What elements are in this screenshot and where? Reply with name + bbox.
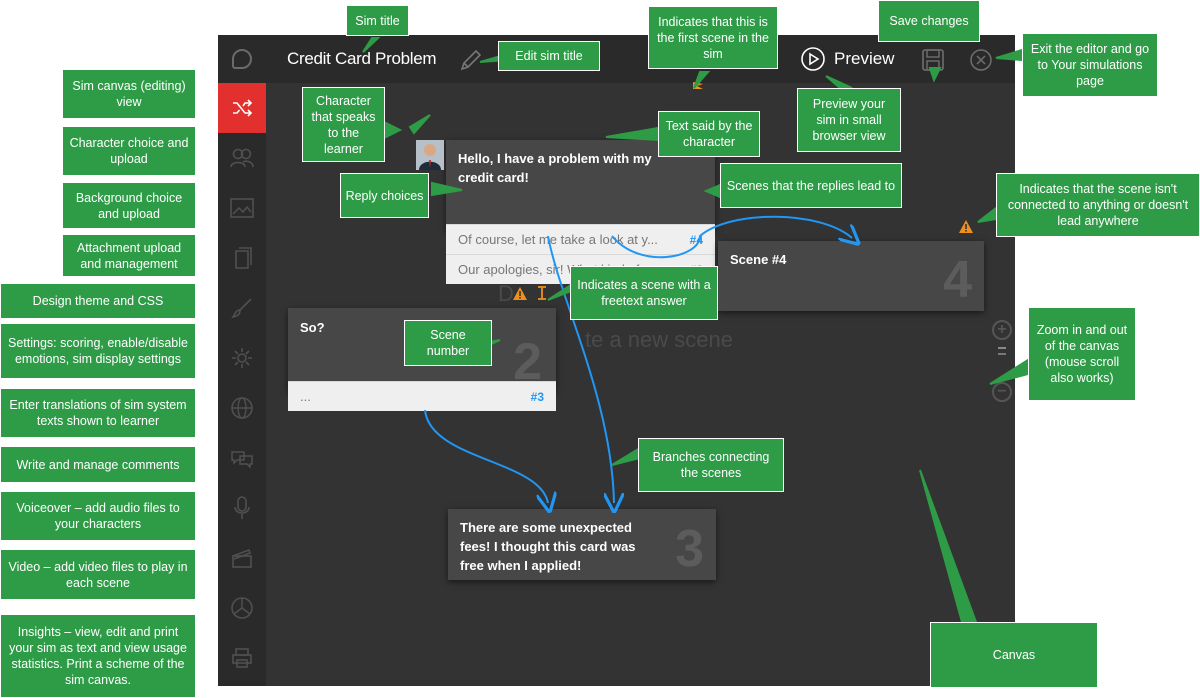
files-icon — [235, 247, 252, 269]
printer-icon — [232, 648, 252, 668]
sidebar-item-translations[interactable] — [218, 383, 266, 433]
globe-icon — [231, 397, 253, 419]
sidebar-item-backgrounds[interactable] — [218, 183, 266, 233]
sidebar-item-comments[interactable] — [218, 433, 266, 483]
users-icon — [230, 148, 254, 168]
close-icon[interactable] — [969, 48, 993, 77]
annotation-background: Background choice and upload — [62, 182, 196, 229]
freetext-cursor-icon — [537, 286, 547, 305]
sim-title: Credit Card Problem — [287, 49, 437, 68]
reply-choice-1-link[interactable]: #4 — [690, 233, 703, 247]
scene-1-text: Hello, I have a problem with my credit c… — [458, 151, 652, 185]
play-circle-icon — [801, 47, 825, 71]
logo-icon[interactable] — [232, 49, 252, 69]
reply-choice-scene-2-text: ... — [300, 389, 311, 404]
annotation-canvas-view: Sim canvas (editing) view — [62, 69, 196, 119]
sidebar — [218, 83, 266, 686]
annotation-character: Character that speaks to the learner — [302, 87, 385, 162]
scene-3-text: There are some unexpected fees! I though… — [460, 520, 636, 573]
scene-card-3[interactable]: There are some unexpected fees! I though… — [448, 509, 716, 580]
sidebar-item-characters[interactable] — [218, 133, 266, 183]
annotation-edit-title: Edit sim title — [498, 41, 600, 71]
pie-chart-icon — [231, 597, 253, 619]
annotation-preview: Preview your sim in small browser view — [797, 88, 901, 152]
annotation-scenes-lead: Scenes that the replies lead to — [720, 163, 902, 208]
brush-icon — [231, 298, 252, 319]
zoom-level-indicator-2 — [998, 353, 1006, 355]
annotation-freetext: Indicates a scene with a freetext answer — [570, 266, 718, 320]
character-avatar[interactable] — [416, 140, 444, 170]
annotation-video: Video – add video files to play in each … — [0, 549, 196, 600]
annotation-translations: Enter translations of sim system texts s… — [0, 388, 196, 438]
annotation-first-scene: Indicates that this is the first scene i… — [648, 6, 778, 69]
create-scene-hint: te a new scene — [585, 327, 733, 352]
zoom-level-indicator — [998, 347, 1006, 349]
annotation-canvas: Canvas — [930, 622, 1098, 688]
warning-icon-scene-2 — [513, 287, 527, 305]
shuffle-icon — [233, 99, 253, 117]
reply-choice-scene-2-link[interactable]: #3 — [531, 390, 544, 404]
microphone-icon — [234, 496, 250, 519]
image-icon — [230, 198, 254, 218]
gear-icon — [232, 348, 252, 368]
sidebar-item-insights[interactable] — [218, 583, 266, 633]
not-connected-warning-icon — [959, 220, 973, 238]
scene-card-4[interactable]: Scene #4 4 — [718, 241, 984, 311]
chat-icon — [231, 451, 253, 469]
sidebar-item-print[interactable] — [218, 633, 266, 683]
annotation-character-choice: Character choice and upload — [62, 126, 196, 176]
annotation-reply-choices: Reply choices — [340, 173, 429, 218]
create-scene-hint-left: D — [498, 281, 514, 306]
zoom-in-button[interactable]: + — [992, 320, 1012, 340]
first-scene-flag-icon — [691, 80, 705, 99]
annotation-comments: Write and manage comments — [0, 446, 196, 483]
reply-choice-scene-2[interactable]: ... #3 — [288, 381, 556, 411]
annotation-sim-title: Sim title — [346, 5, 409, 36]
annotation-not-connected: Indicates that the scene isn't connected… — [996, 173, 1200, 237]
annotation-zoom: Zoom in and out of the canvas (mouse scr… — [1028, 307, 1136, 401]
annotation-insights: Insights – view, edit and print your sim… — [0, 614, 196, 698]
scene-2-text: So? — [300, 320, 325, 335]
reply-choice-1-text: Of course, let me take a look at y... — [458, 232, 658, 247]
annotation-voiceover: Voiceover – add audio files to your char… — [0, 491, 196, 541]
reply-choice-1[interactable]: Of course, let me take a look at y... #4 — [446, 224, 715, 254]
annotation-design: Design theme and CSS — [0, 283, 196, 319]
edit-title-pencil-icon[interactable] — [458, 47, 484, 78]
sidebar-item-design[interactable] — [218, 283, 266, 333]
sidebar-item-canvas[interactable] — [218, 83, 266, 133]
save-icon[interactable] — [921, 48, 945, 77]
annotation-branches: Branches connecting the scenes — [638, 438, 784, 492]
preview-label: Preview — [834, 49, 895, 68]
scene-3-number: 3 — [675, 520, 704, 578]
sidebar-item-attachments[interactable] — [218, 233, 266, 283]
annotation-exit: Exit the editor and go to Your simulatio… — [1022, 33, 1158, 97]
sidebar-item-video[interactable] — [218, 533, 266, 583]
preview-button[interactable]: Preview — [800, 45, 894, 73]
sidebar-item-settings[interactable] — [218, 333, 266, 383]
scene-4-title: Scene #4 — [730, 252, 787, 267]
scene-4-number: 4 — [943, 251, 972, 309]
annotation-settings: Settings: scoring, enable/disable emotio… — [0, 323, 196, 379]
top-bar: Credit Card Problem Preview — [218, 35, 1015, 83]
annotation-text-said: Text said by the character — [658, 111, 760, 157]
annotation-save: Save changes — [878, 0, 980, 42]
zoom-out-button[interactable]: − — [992, 382, 1012, 402]
sidebar-item-voiceover[interactable] — [218, 483, 266, 533]
annotation-scene-number: Scene number — [404, 320, 492, 366]
clapperboard-icon — [232, 549, 252, 568]
annotation-attachments: Attachment upload and management — [62, 234, 196, 277]
